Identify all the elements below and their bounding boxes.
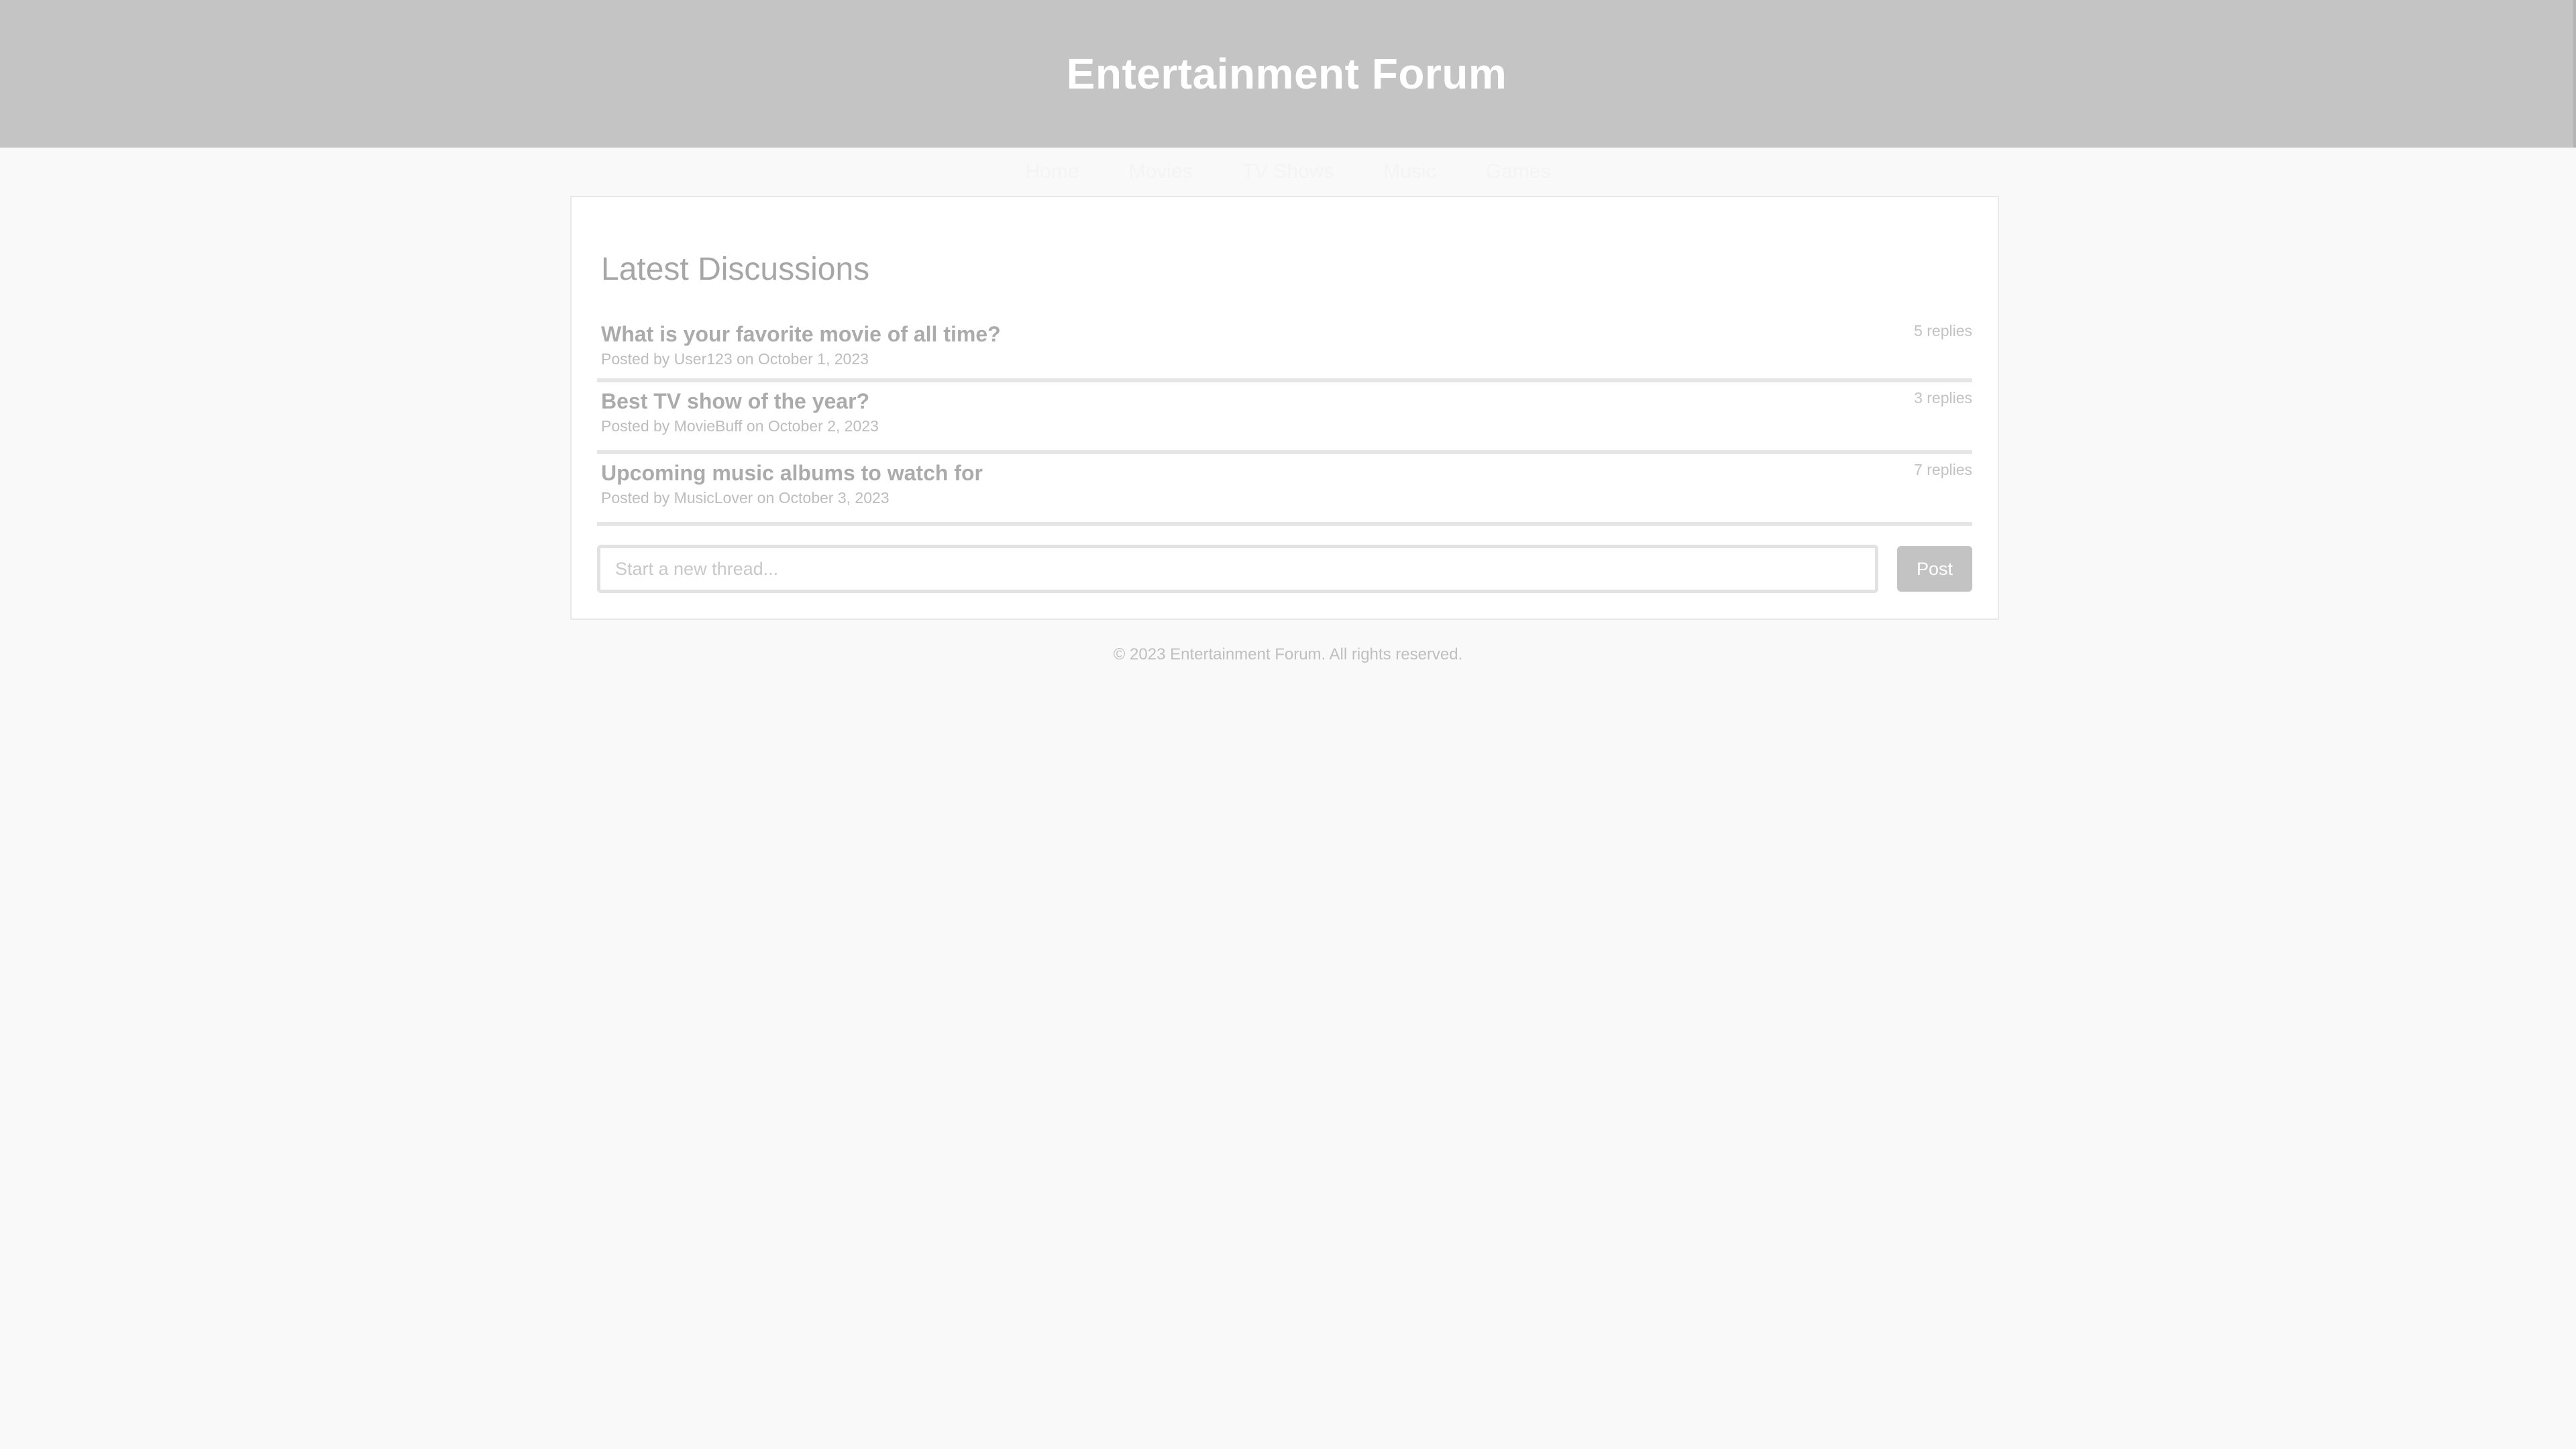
nav-link-tv-shows[interactable]: TV Shows: [1242, 160, 1334, 183]
nav-link-games[interactable]: Games: [1486, 160, 1551, 183]
thread-item[interactable]: Best TV show of the year? Posted by Movi…: [597, 382, 1972, 454]
nav-link-movies[interactable]: Movies: [1129, 160, 1193, 183]
section-title: Latest Discussions: [601, 252, 870, 287]
site-footer: © 2023 Entertainment Forum. All rights r…: [0, 645, 2576, 664]
thread-replies: 5 replies: [1914, 322, 1972, 339]
thread-replies: 3 replies: [1914, 389, 1972, 407]
discussions-card: Latest Discussions What is your favorite…: [570, 196, 1999, 620]
thread-meta: Posted by MusicLover on October 3, 2023: [601, 489, 890, 506]
post-button[interactable]: Post: [1897, 546, 1972, 592]
new-thread-input[interactable]: [597, 545, 1878, 593]
thread-meta: Posted by MovieBuff on October 2, 2023: [601, 417, 879, 435]
thread-item[interactable]: Upcoming music albums to watch for Poste…: [597, 454, 1972, 526]
site-header: Entertainment Forum: [0, 0, 2576, 148]
nav-link-music[interactable]: Music: [1383, 160, 1436, 183]
thread-title[interactable]: What is your favorite movie of all time?: [601, 322, 1001, 347]
nav-link-home[interactable]: Home: [1026, 160, 1079, 183]
thread-item[interactable]: What is your favorite movie of all time?…: [597, 315, 1972, 382]
thread-replies: 7 replies: [1914, 461, 1972, 478]
copyright-text: © 2023 Entertainment Forum. All rights r…: [1113, 645, 1463, 663]
site-title: Entertainment Forum: [1066, 50, 1507, 98]
new-thread-composer: Post: [597, 543, 1972, 594]
thread-title[interactable]: Upcoming music albums to watch for: [601, 461, 983, 486]
main-nav: Home Movies TV Shows Music Games: [0, 148, 2576, 196]
thread-meta: Posted by User123 on October 1, 2023: [601, 350, 869, 368]
thread-list: What is your favorite movie of all time?…: [597, 315, 1972, 526]
thread-title[interactable]: Best TV show of the year?: [601, 389, 869, 414]
